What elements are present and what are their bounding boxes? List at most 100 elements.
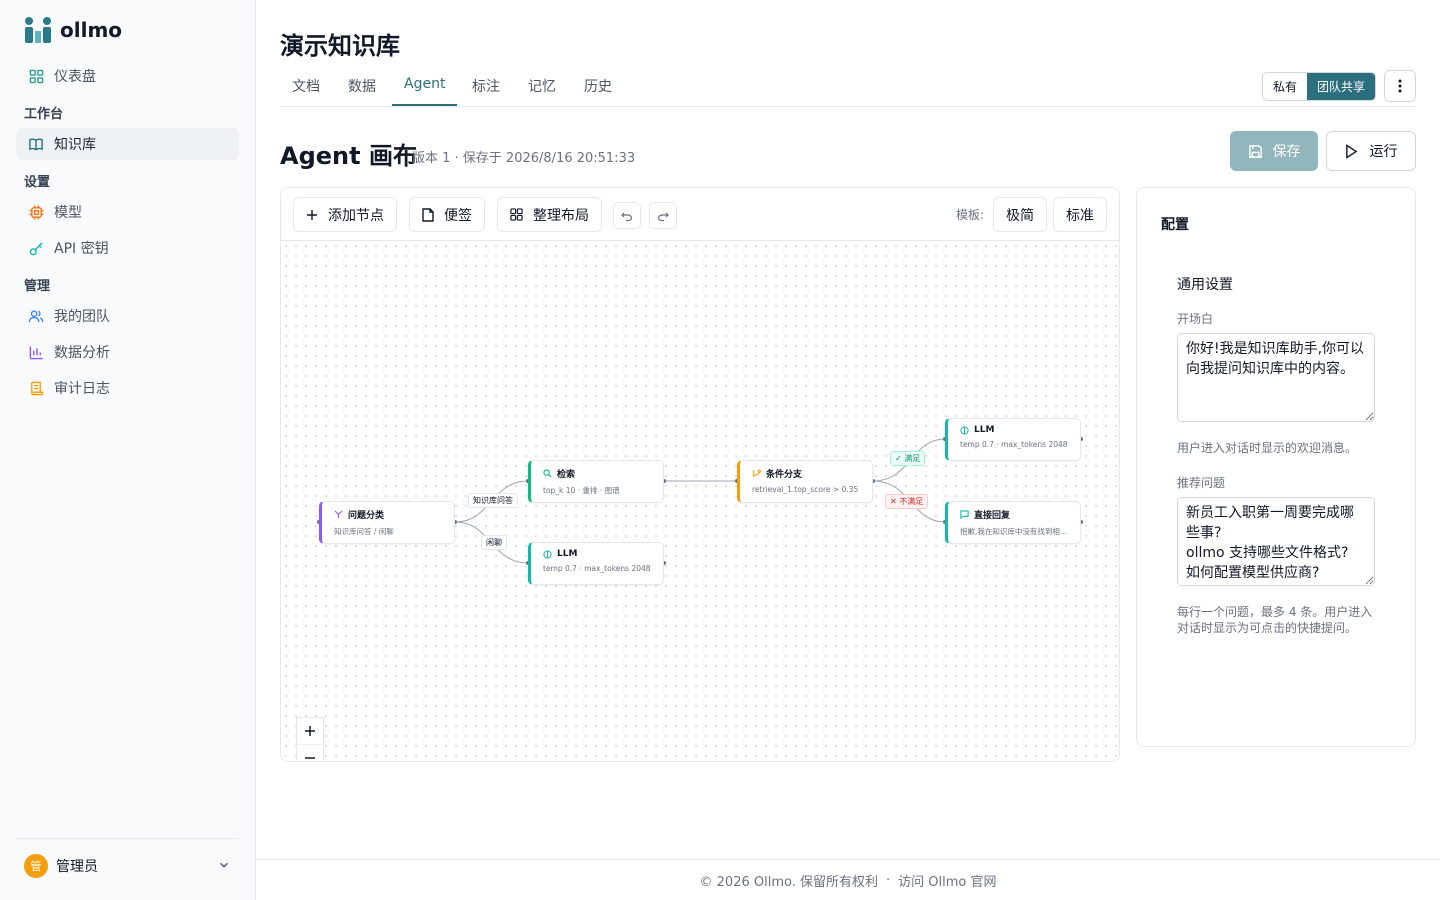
visit-website-link[interactable]: 访问 Ollmo 官网 [898, 871, 996, 890]
suggested-questions-input[interactable]: 新员工入职第一周要完成哪些事? ollmo 支持哪些文件格式? 如何配置模型供应… [1177, 497, 1375, 586]
node-title: 问题分类 [348, 511, 385, 521]
sidebar-item-analytics[interactable]: 数据分析 [16, 336, 239, 368]
tidy-layout-button[interactable]: 整理布局 [497, 197, 602, 232]
sidebar-item-api-keys[interactable]: API 密钥 [16, 232, 239, 264]
book-icon [28, 136, 44, 152]
users-icon [28, 308, 44, 324]
suggested-questions-help: 每行一个问题，最多 4 条。用户进入对话时显示为可点击的快捷提问。 [1177, 605, 1373, 635]
template-label: 模板: [956, 208, 985, 222]
node-subtitle: temp 0.7 · max_tokens 2048 [543, 564, 651, 573]
save-icon [1248, 144, 1262, 158]
node-direct-reply[interactable]: 直接回复 抱歉,我在知识库中没有找到相... [945, 501, 1081, 544]
node-llm-answer[interactable]: LLM temp 0.7 · max_tokens 2048 [945, 418, 1081, 461]
redo-button[interactable] [649, 202, 677, 229]
footer: © 2026 Ollmo. 保留所有权利 · 访问 Ollmo 官网 [256, 859, 1440, 900]
template-standard-button[interactable]: 标准 [1053, 197, 1107, 232]
sidebar-item-dashboard[interactable]: 仪表盘 [16, 60, 239, 92]
tab-documents[interactable]: 文档 [280, 76, 332, 106]
sidebar-item-label: 知识库 [54, 137, 96, 153]
node-subtitle: top_k 10 · 重排 · 图谱 [543, 486, 620, 495]
sidebar-item-label: API 密钥 [54, 241, 109, 257]
suggested-questions-label: 推荐问题 [1177, 476, 1226, 490]
brain-icon [543, 549, 552, 559]
node-title: 检索 [557, 470, 576, 480]
template-minimal-button[interactable]: 极简 [993, 197, 1047, 232]
sidebar-item-audit-log[interactable]: 审计日志 [16, 372, 239, 404]
run-button[interactable]: 运行 [1326, 131, 1416, 171]
more-menu-button[interactable] [1384, 70, 1416, 102]
section-admin: 管理 [24, 279, 51, 294]
add-node-button[interactable]: 添加节点 [293, 197, 397, 232]
edge-label-fail: ✕ 不满足 [885, 494, 929, 509]
node-subtitle: 抱歉,我在知识库中没有找到相... [960, 527, 1068, 536]
tab-memory[interactable]: 记忆 [516, 76, 568, 106]
message-icon [960, 510, 969, 519]
tab-data[interactable]: 数据 [336, 76, 388, 106]
sidebar-item-label: 我的团队 [54, 309, 110, 325]
tidy-layout-label: 整理布局 [533, 207, 589, 224]
opening-message-input[interactable]: 你好!我是知识库助手,你可以向我提问知识库中的内容。 [1177, 333, 1375, 422]
zoom-controls [296, 717, 324, 761]
user-name: 管理员 [56, 859, 98, 875]
user-menu[interactable]: 管 管理员 [16, 850, 239, 882]
node-llm-chat[interactable]: LLM temp 0.7 · max_tokens 2048 [528, 542, 664, 585]
file-icon [422, 207, 434, 222]
zoom-out-button[interactable] [297, 745, 323, 761]
chip-icon [28, 204, 44, 220]
node-condition[interactable]: 条件分支 retrieval_1.top_score > 0.35 [737, 460, 873, 503]
tab-annotation[interactable]: 标注 [460, 76, 512, 106]
search-icon [543, 469, 552, 478]
node-question-classify[interactable]: 问题分类 知识库问答 / 闲聊 [319, 501, 455, 544]
plus-icon [307, 209, 317, 220]
sidebar-item-label: 仪表盘 [54, 69, 96, 85]
node-title: 条件分支 [766, 470, 803, 480]
sidebar-item-label: 审计日志 [54, 381, 110, 397]
tab-agent[interactable]: Agent [392, 76, 458, 106]
node-retrieve[interactable]: 检索 top_k 10 · 重排 · 图谱 [528, 460, 664, 503]
sidebar-item-knowledge-base[interactable]: 知识库 [16, 128, 239, 160]
undo-icon [621, 212, 633, 221]
template-standard-label: 标准 [1066, 207, 1094, 224]
edge-label-pass: ✓ 满足 [890, 451, 926, 466]
sidebar-item-models[interactable]: 模型 [16, 196, 239, 228]
node-title: LLM [557, 549, 578, 559]
logo[interactable]: ollmo [24, 16, 122, 44]
edge-label-kb-qa: 知识库问答 [468, 493, 518, 508]
edge-label-chat: 闲聊 [481, 535, 507, 550]
tab-history[interactable]: 历史 [572, 76, 624, 106]
sticky-note-button[interactable]: 便签 [409, 197, 485, 232]
plus-icon [305, 725, 315, 736]
canvas-grid[interactable]: 问题分类 知识库问答 / 闲聊 检索 top_k 10 · 重排 · 图谱 LL… [281, 241, 1119, 761]
visibility-private-button[interactable]: 私有 [1263, 73, 1307, 100]
layout-grid-icon [510, 208, 523, 221]
config-section-general: 通用设置 [1177, 277, 1233, 293]
avatar: 管 [24, 854, 48, 878]
config-panel: 配置 通用设置 开场白 你好!我是知识库助手,你可以向我提问知识库中的内容。 用… [1136, 187, 1416, 747]
canvas-version-meta: 版本 1 · 保存于 2026/8/16 20:51:33 [412, 151, 636, 166]
opening-help: 用户进入对话时显示的欢迎消息。 [1177, 441, 1358, 455]
brand-name: ollmo [60, 18, 123, 42]
canvas-title: Agent 画布 [280, 142, 417, 170]
split-icon [334, 510, 343, 519]
node-subtitle: retrieval_1.top_score > 0.35 [752, 485, 859, 494]
scroll-icon [28, 380, 44, 396]
sidebar-item-my-team[interactable]: 我的团队 [16, 300, 239, 332]
redo-icon [657, 212, 669, 221]
git-branch-icon [753, 469, 761, 478]
save-button[interactable]: 保存 [1230, 131, 1318, 171]
sidebar-item-label: 模型 [54, 205, 82, 221]
add-node-label: 添加节点 [328, 207, 384, 224]
section-settings: 设置 [24, 175, 51, 190]
brain-icon [960, 425, 969, 435]
template-minimal-label: 极简 [1006, 207, 1034, 224]
node-subtitle: temp 0.7 · max_tokens 2048 [960, 440, 1068, 449]
save-label: 保存 [1272, 144, 1301, 160]
footer-separator: · [885, 872, 891, 888]
undo-button[interactable] [613, 202, 641, 229]
zoom-in-button[interactable] [297, 718, 323, 745]
sidebar: ollmo 仪表盘 工作台 知识库 设置 模型 API 密钥 管理 我的团队 数… [0, 0, 256, 900]
node-title: LLM [974, 425, 995, 435]
visibility-toggle: 私有 团队共享 [1262, 72, 1377, 101]
node-subtitle: 知识库问答 / 闲聊 [334, 527, 394, 536]
visibility-team-button[interactable]: 团队共享 [1307, 73, 1376, 100]
